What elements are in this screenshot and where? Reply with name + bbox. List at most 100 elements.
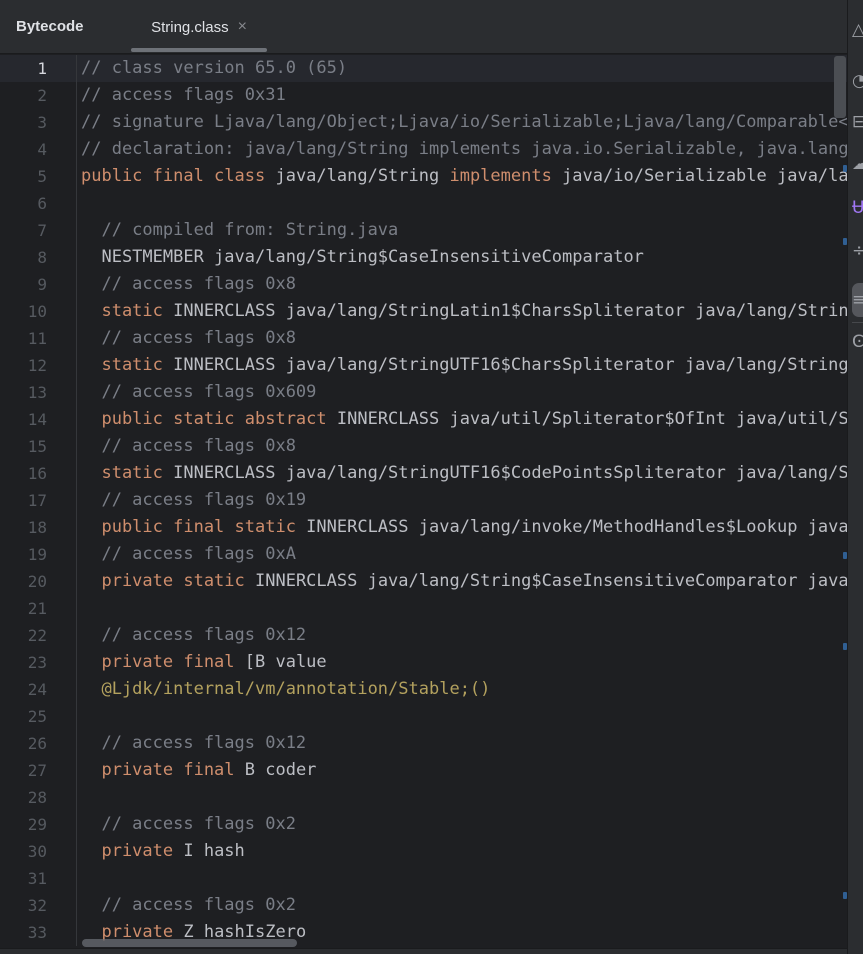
vertical-scrollbar-thumb[interactable] (834, 56, 846, 118)
code-line[interactable]: 27 private final B coder (0, 757, 847, 784)
code-line[interactable]: 9 // access flags 0x8 (0, 271, 847, 298)
code-line[interactable]: 11 // access flags 0x8 (0, 325, 847, 352)
horizontal-scrollbar-thumb[interactable] (82, 939, 297, 947)
code-line[interactable]: 12 static INNERCLASS java/lang/StringUTF… (0, 352, 847, 379)
code-line[interactable]: 30 private I hash (0, 838, 847, 865)
line-number: 29 (0, 811, 77, 838)
tool-window-header: Bytecode String.class × (0, 0, 847, 54)
line-number: 5 (0, 163, 77, 190)
code-line-text: // access flags 0x609 (77, 379, 847, 406)
code-segment: // access flags 0x12 (81, 733, 306, 753)
code-line[interactable]: 21 (0, 595, 847, 622)
line-number: 6 (0, 190, 77, 217)
code-segment: private (81, 841, 173, 861)
code-line[interactable]: 14 public static abstract INNERCLASS jav… (0, 406, 847, 433)
code-line-text (77, 865, 847, 892)
code-segment: static (81, 301, 163, 321)
code-line[interactable]: 6 (0, 190, 847, 217)
code-segment: java/io/Serializable java/lang/Comparabl… (552, 166, 847, 186)
code-segment: @Ljdk/internal/vm/annotation/Stable;() (81, 679, 490, 699)
gradle-icon[interactable]: Ͼ (852, 330, 863, 354)
code-line-text: NESTMEMBER java/lang/String$CaseInsensit… (77, 244, 847, 271)
line-number: 3 (0, 109, 77, 136)
code-line-text: static INNERCLASS java/lang/StringLatin1… (77, 298, 847, 325)
code-line[interactable]: 1 // class version 65.0 (65) (0, 55, 847, 82)
code-line-text: // access flags 0x2 (77, 892, 847, 919)
code-line[interactable]: 26 // access flags 0x12 (0, 730, 847, 757)
code-line[interactable]: 2 // access flags 0x31 (0, 82, 847, 109)
code-line[interactable]: 18 public final static INNERCLASS java/l… (0, 514, 847, 541)
tab-label: String.class (151, 19, 229, 36)
code-line[interactable]: 7 // compiled from: String.java (0, 217, 847, 244)
code-segment: // access flags 0x8 (81, 274, 296, 294)
code-segment: INNERCLASS java/lang/invoke/MethodHandle… (296, 517, 847, 537)
code-line[interactable]: 32 // access flags 0x2 (0, 892, 847, 919)
active-tab-underline (131, 48, 267, 52)
code-line[interactable]: 3 // signature Ljava/lang/Object;Ljava/i… (0, 109, 847, 136)
code-line[interactable]: 29 // access flags 0x2 (0, 811, 847, 838)
code-line[interactable]: 10 static INNERCLASS java/lang/StringLat… (0, 298, 847, 325)
code-line[interactable]: 31 (0, 865, 847, 892)
line-number: 13 (0, 379, 77, 406)
code-segment: I hash (173, 841, 245, 861)
code-line[interactable]: 22 // access flags 0x12 (0, 622, 847, 649)
code-segment: public static abstract (81, 409, 327, 429)
code-line[interactable]: 19 // access flags 0xA (0, 541, 847, 568)
code-segment: // access flags 0x31 (81, 85, 286, 105)
tab-close-icon[interactable]: × (238, 19, 247, 35)
code-line[interactable]: 5 public final class java/lang/String im… (0, 163, 847, 190)
clock-icon[interactable]: ◔ (852, 69, 863, 93)
line-number: 2 (0, 82, 77, 109)
code-segment: B coder (235, 760, 317, 780)
code-segment: // class version 65.0 (65) (81, 58, 347, 78)
stripe-separator (852, 322, 863, 323)
profiler-icon[interactable]: Ʉ (852, 196, 863, 220)
code-line-text (77, 784, 847, 811)
code-segment: // access flags 0x2 (81, 895, 296, 915)
code-segment: // access flags 0x609 (81, 382, 316, 402)
code-segment: public final class (81, 166, 265, 186)
database-icon[interactable]: ⊟ (852, 110, 863, 134)
right-tool-stripe: △ ◔ ⊟ ☁ Ʉ ÷ ≡ Ͼ (847, 0, 863, 954)
code-segment: // access flags 0x12 (81, 625, 306, 645)
code-segment: private final (81, 760, 235, 780)
code-line[interactable]: 4 // declaration: java/lang/String imple… (0, 136, 847, 163)
code-line[interactable]: 17 // access flags 0x19 (0, 487, 847, 514)
code-line[interactable]: 20 private static INNERCLASS java/lang/S… (0, 568, 847, 595)
tool-window-title: Bytecode (16, 0, 84, 54)
code-line-text: // signature Ljava/lang/Object;Ljava/io/… (77, 109, 847, 136)
code-line[interactable]: 28 (0, 784, 847, 811)
code-line-text: // access flags 0x8 (77, 271, 847, 298)
code-line[interactable]: 13 // access flags 0x609 (0, 379, 847, 406)
code-line[interactable]: 25 (0, 703, 847, 730)
settings-sync-icon[interactable]: ÷ (852, 239, 863, 263)
cloud-icon[interactable]: ☁ (852, 152, 863, 176)
bytecode-editor[interactable]: 1 // class version 65.0 (65) 2 // access… (0, 55, 847, 946)
line-number: 26 (0, 730, 77, 757)
code-segment: static (81, 463, 163, 483)
code-line-text: public final static INNERCLASS java/lang… (77, 514, 847, 541)
code-segment: static (81, 355, 163, 375)
code-line[interactable]: 24 @Ljdk/internal/vm/annotation/Stable;(… (0, 676, 847, 703)
line-number: 22 (0, 622, 77, 649)
line-number: 24 (0, 676, 77, 703)
code-segment: INNERCLASS java/util/Spliterator$OfInt j… (327, 409, 847, 429)
code-line[interactable]: 15 // access flags 0x8 (0, 433, 847, 460)
code-line[interactable]: 23 private final [B value (0, 649, 847, 676)
code-line-text: @Ljdk/internal/vm/annotation/Stable;() (77, 676, 847, 703)
code-line[interactable]: 16 static INNERCLASS java/lang/StringUTF… (0, 460, 847, 487)
notifications-icon[interactable]: △ (852, 18, 863, 42)
line-number: 30 (0, 838, 77, 865)
code-line-text (77, 703, 847, 730)
code-segment: INNERCLASS java/lang/StringUTF16$CodePoi… (163, 463, 847, 483)
ai-assistant-icon[interactable]: ≡ (852, 288, 863, 312)
code-line-text: public static abstract INNERCLASS java/u… (77, 406, 847, 433)
code-segment: implements (449, 166, 551, 186)
code-line[interactable]: 8 NESTMEMBER java/lang/String$CaseInsens… (0, 244, 847, 271)
code-segment: public final static (81, 517, 296, 537)
bottom-border-strip (0, 948, 847, 954)
code-segment: // declaration: java/lang/String impleme… (81, 139, 847, 159)
line-number: 18 (0, 514, 77, 541)
tab-string-class[interactable]: String.class × (131, 0, 267, 54)
line-number: 28 (0, 784, 77, 811)
